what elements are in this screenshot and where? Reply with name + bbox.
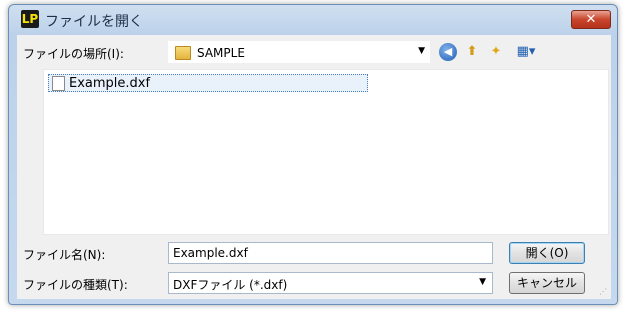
- file-type-select[interactable]: DXFファイル (*.dxf) ▼: [168, 272, 493, 294]
- file-list[interactable]: Example.dxf: [43, 69, 609, 235]
- file-name: Example.dxf: [69, 76, 151, 91]
- cancel-button[interactable]: キャンセル: [509, 272, 585, 294]
- file-type-label: ファイルの種類(T):: [23, 278, 128, 292]
- close-button[interactable]: ✕: [571, 10, 611, 29]
- dialog-title: ファイルを開く: [45, 14, 143, 30]
- list-item[interactable]: Example.dxf: [48, 74, 368, 92]
- file-name-input[interactable]: [168, 242, 493, 264]
- chevron-down-icon[interactable]: ▼: [479, 277, 486, 287]
- file-icon: [52, 76, 65, 91]
- open-button[interactable]: 開く(O): [509, 242, 585, 264]
- title-bar[interactable]: LP ファイルを開く ✕: [9, 5, 617, 35]
- look-in-value: SAMPLE: [197, 46, 245, 60]
- folder-icon: [175, 46, 191, 60]
- file-type-value: DXFファイル (*.dxf): [173, 278, 288, 292]
- up-folder-icon[interactable]: ⬆: [463, 43, 481, 61]
- new-folder-icon[interactable]: ✦: [487, 43, 505, 61]
- app-icon: LP: [21, 10, 39, 28]
- dialog-body: ファイルの場所(I): SAMPLE ▼ ◀ ⬆ ✦ ▦▾ Example.dx…: [17, 35, 611, 299]
- chevron-down-icon[interactable]: ▼: [418, 46, 425, 56]
- look-in-combo[interactable]: SAMPLE ▼: [168, 41, 430, 63]
- view-menu-icon[interactable]: ▦▾: [513, 43, 539, 61]
- open-file-dialog: LP ファイルを開く ✕ ファイルの場所(I): SAMPLE ▼ ◀ ⬆ ✦ …: [8, 4, 618, 305]
- back-icon[interactable]: ◀: [439, 43, 457, 61]
- file-name-label: ファイル名(N):: [23, 248, 106, 262]
- look-in-label: ファイルの場所(I):: [23, 47, 124, 61]
- resize-grip-icon[interactable]: ⋰: [599, 287, 609, 297]
